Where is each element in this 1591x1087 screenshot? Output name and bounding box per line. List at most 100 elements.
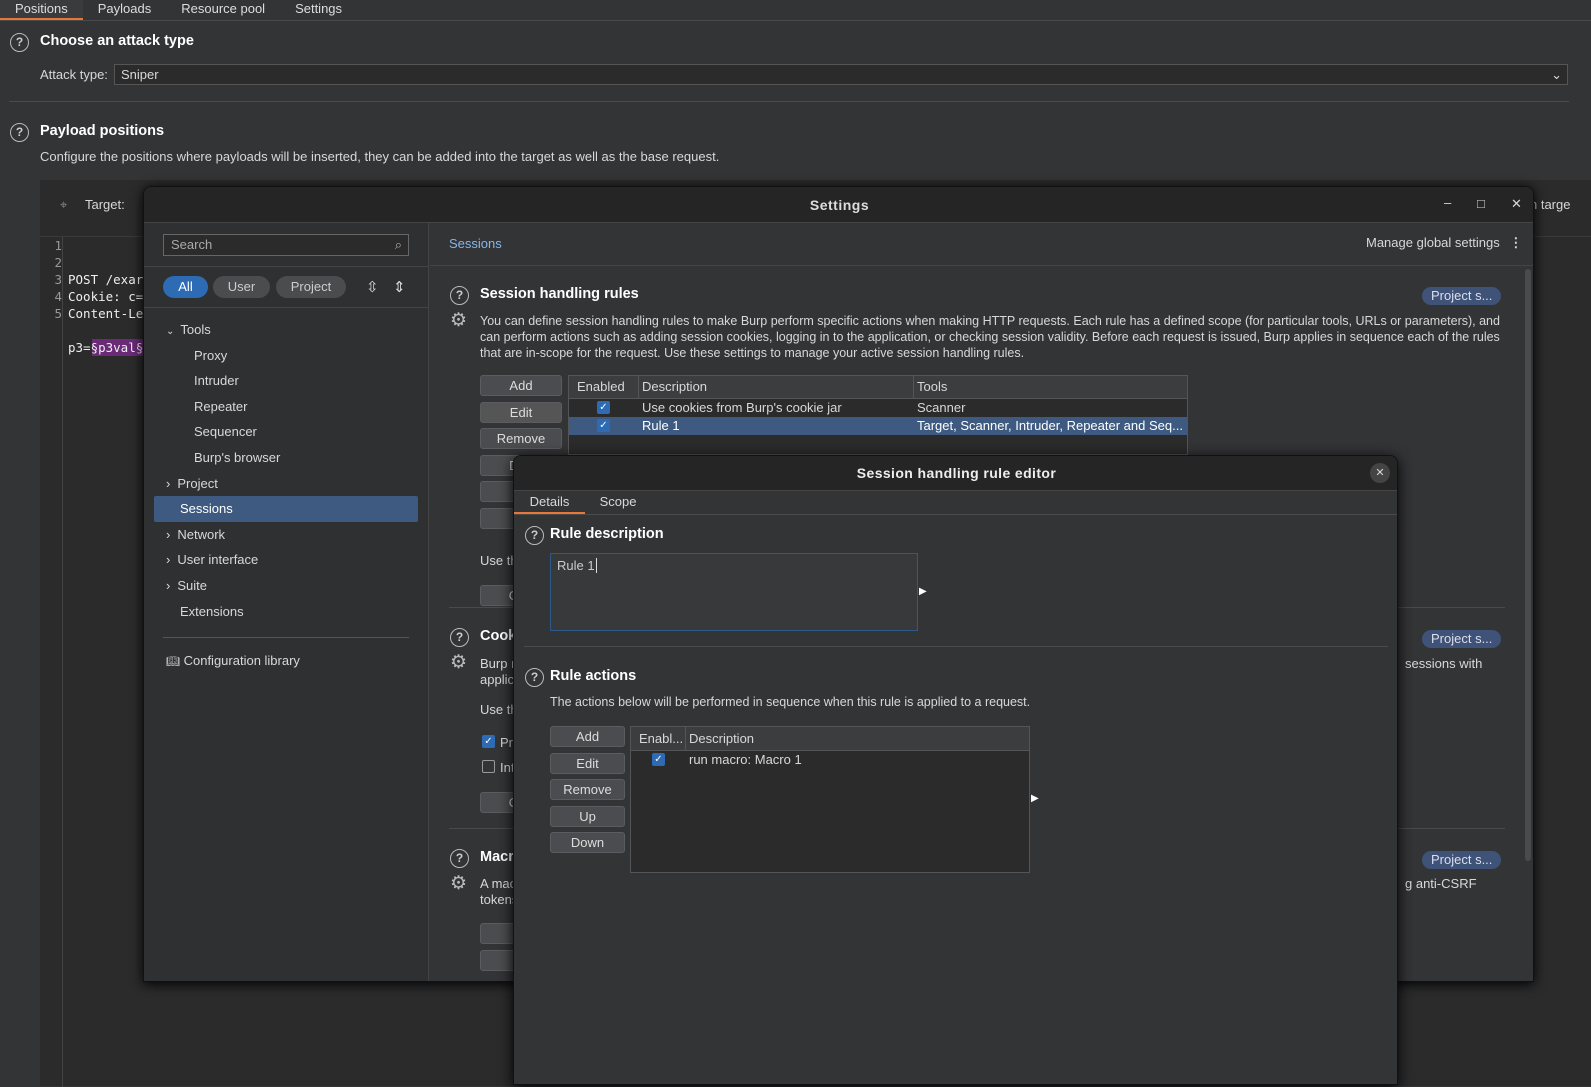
nav-project[interactable]: › Project — [154, 471, 418, 497]
column-tools[interactable]: Tools — [914, 376, 1187, 398]
tab-scope[interactable]: Scope — [585, 491, 651, 514]
enabled-checkbox[interactable]: ✓ — [569, 417, 639, 435]
nav-intruder[interactable]: Intruder — [154, 368, 418, 394]
cookie-desc: Burp r applic — [480, 656, 515, 688]
help-icon[interactable]: ? — [525, 668, 544, 687]
tab-settings[interactable]: Settings — [280, 0, 357, 20]
help-icon[interactable]: ? — [10, 123, 29, 142]
gutter-divider — [62, 237, 63, 1087]
rule-description-value: Rule 1 — [557, 558, 595, 573]
cookie-option-proxy[interactable]: ✓ Pr — [482, 735, 513, 750]
rules-remove-button[interactable]: Remove — [480, 428, 562, 449]
macros-desc-right: g anti-CSRF — [1405, 876, 1477, 891]
settings-title: Settings — [809, 197, 870, 213]
attack-type-heading: Choose an attack type — [40, 33, 194, 49]
project-setting-badge: Project s... — [1422, 287, 1502, 305]
actions-down-button[interactable]: Down — [550, 832, 625, 853]
attack-type-select[interactable]: Sniper ⌄ — [114, 64, 1568, 85]
nav-user-interface[interactable]: › User interface — [154, 547, 418, 573]
actions-edit-button[interactable]: Edit — [550, 753, 625, 774]
manage-label: Manage global settings — [1366, 235, 1500, 250]
nav-label: Network — [177, 526, 226, 542]
search-input[interactable]: Search ⌕ — [163, 234, 409, 256]
rules-table-header: Enabled Description Tools — [569, 376, 1187, 399]
rule-editor-tabs: Details Scope — [514, 491, 1397, 515]
minimize-button[interactable]: – — [1444, 195, 1451, 210]
rule-editor-dialog: Session handling rule editor ✕ Details S… — [513, 455, 1398, 1085]
actions-add-button[interactable]: Add — [550, 726, 625, 747]
attack-type-value: Sniper — [121, 67, 159, 82]
chevron-down-icon: ⌄ — [166, 326, 175, 337]
collapse-all-icon[interactable]: ⇕ — [393, 278, 406, 296]
rule-description-input[interactable]: Rule 1 — [550, 553, 918, 631]
column-description[interactable]: Description — [639, 376, 914, 398]
table-row[interactable]: ✓ Use cookies from Burp's cookie jar Sca… — [569, 399, 1187, 417]
filter-project[interactable]: Project — [276, 276, 346, 298]
help-icon[interactable]: ? — [10, 33, 29, 52]
filter-user[interactable]: User — [213, 276, 270, 298]
tab-details[interactable]: Details — [514, 491, 585, 514]
nav-proxy[interactable]: Proxy — [154, 343, 418, 369]
nav-sessions[interactable]: Sessions — [154, 496, 418, 522]
breadcrumb[interactable]: Sessions — [449, 236, 502, 251]
option-label: Pr — [500, 735, 513, 750]
settings-titlebar: Settings – □ ✕ — [144, 187, 1533, 223]
tab-resource-pool[interactable]: Resource pool — [166, 0, 280, 20]
search-icon: ⌕ — [394, 237, 402, 252]
tab-payloads[interactable]: Payloads — [83, 0, 166, 20]
code-lines: POST /exar Cookie: c= Content-Le p3=§p3val§ — [68, 237, 144, 390]
divider — [430, 265, 1533, 266]
close-button[interactable]: ✕ — [1370, 463, 1390, 483]
nav-suite[interactable]: › Suite — [154, 573, 418, 599]
table-row-selected[interactable]: ✓ Rule 1 Target, Scanner, Intruder, Repe… — [569, 417, 1187, 435]
gear-icon[interactable]: ⚙ — [450, 311, 467, 330]
cookie-desc-line: Burp r — [480, 656, 516, 671]
manage-global-settings[interactable]: Manage global settings ⋮ — [1366, 235, 1522, 251]
config-library-label: Configuration library — [183, 653, 300, 668]
expand-all-icon[interactable]: ⇳ — [366, 278, 379, 296]
nav-repeater[interactable]: Repeater — [154, 394, 418, 420]
close-button[interactable]: ✕ — [1511, 196, 1522, 212]
gear-icon[interactable]: ⚙ — [450, 874, 467, 893]
crosshair-icon: ⌖ — [60, 197, 68, 212]
rule-editor-titlebar: Session handling rule editor ✕ — [514, 456, 1397, 491]
target-label: Target: — [85, 197, 125, 212]
actions-remove-button[interactable]: Remove — [550, 779, 625, 800]
gear-icon[interactable]: ⚙ — [450, 653, 467, 672]
mouse-pointer-icon: ▶ — [919, 586, 927, 597]
column-description[interactable]: Description — [686, 727, 1029, 750]
maximize-button[interactable]: □ — [1477, 196, 1485, 211]
macros-heading: Macr — [480, 849, 514, 865]
cookie-desc-right: sessions with — [1405, 656, 1483, 671]
nav-sequencer[interactable]: Sequencer — [154, 419, 418, 445]
nav-tools[interactable]: ⌄ Tools — [154, 317, 418, 343]
table-row[interactable]: ✓ run macro: Macro 1 — [631, 751, 1029, 769]
column-enabled[interactable]: Enabl... — [631, 727, 686, 750]
text-cursor — [595, 558, 597, 573]
nav-burps-browser[interactable]: Burp's browser — [154, 445, 418, 471]
tab-positions[interactable]: Positions — [0, 0, 83, 20]
chevron-right-icon: › — [166, 526, 171, 542]
enabled-checkbox[interactable]: ✓ — [631, 751, 686, 769]
actions-up-button[interactable]: Up — [550, 806, 625, 827]
scrollbar[interactable] — [1525, 269, 1531, 861]
configuration-library-link[interactable]: 📖︎ Configuration library — [166, 653, 300, 668]
line-number: 1 — [54, 238, 62, 253]
cookie-option-intruder[interactable]: Int — [482, 760, 514, 775]
nav-extensions[interactable]: Extensions — [154, 599, 418, 625]
line-number: 3 — [54, 272, 62, 287]
mouse-pointer-icon: ▶ — [1031, 793, 1039, 804]
rules-add-button[interactable]: Add — [480, 375, 562, 396]
enabled-checkbox[interactable]: ✓ — [569, 399, 639, 417]
project-setting-badge: Project s... — [1422, 851, 1502, 869]
filter-all[interactable]: All — [163, 276, 208, 298]
help-icon[interactable]: ? — [450, 628, 469, 647]
rules-edit-button[interactable]: Edit — [480, 402, 562, 423]
nav-network[interactable]: › Network — [154, 522, 418, 548]
column-enabled[interactable]: Enabled — [569, 376, 639, 398]
help-icon[interactable]: ? — [450, 286, 469, 305]
help-icon[interactable]: ? — [525, 526, 544, 545]
help-icon[interactable]: ? — [450, 849, 469, 868]
divider — [163, 637, 409, 638]
